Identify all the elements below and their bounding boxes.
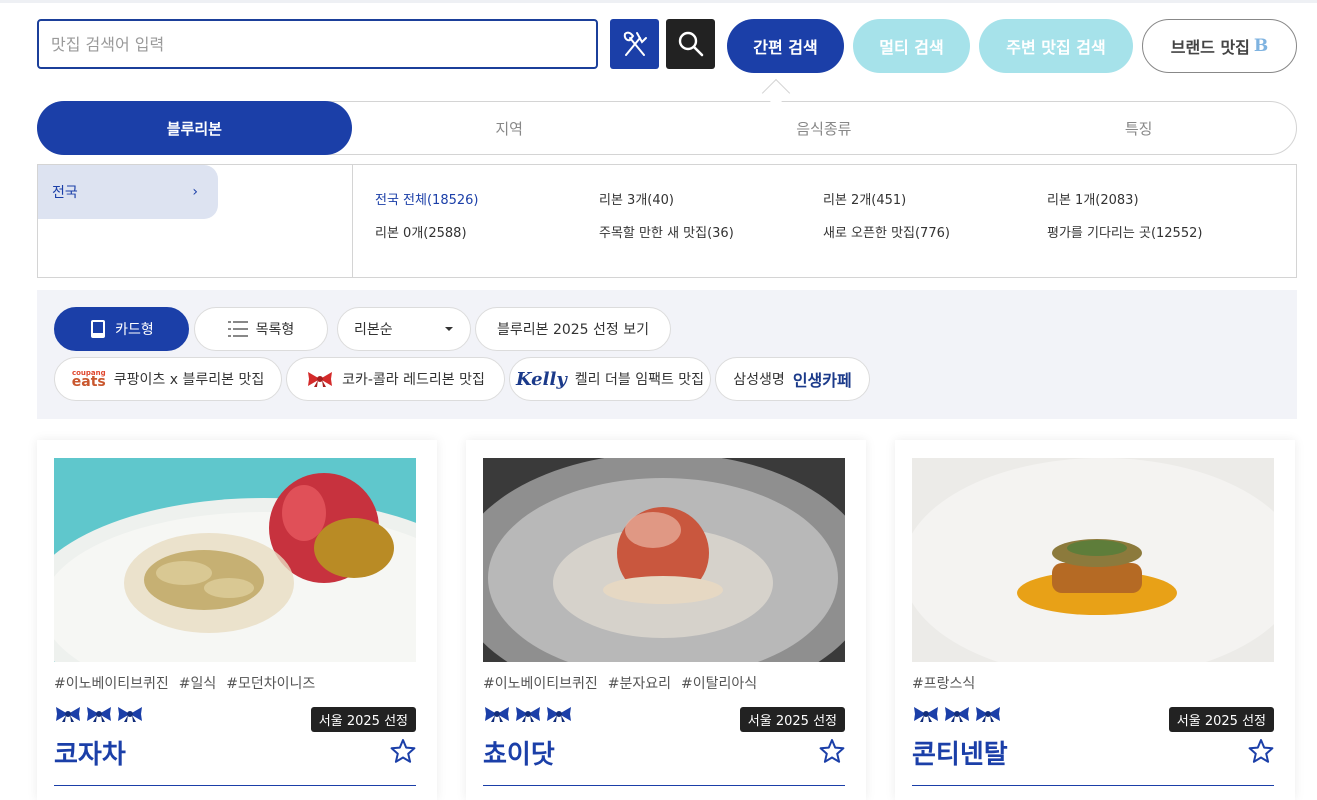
samsung-life-cafe-button[interactable]: 삼성생명 인생카페	[715, 357, 870, 401]
list-view-icon	[227, 321, 248, 337]
blue-ribbon-icon	[116, 705, 144, 727]
restaurant-card[interactable]: #이노베이티브퀴진 #분자요리 #이탈리아식 서울 2025 선정 쵸이닷	[466, 440, 866, 800]
tab-food-type[interactable]: 음식종류	[667, 102, 982, 154]
selection-badge: 서울 2025 선정	[310, 707, 416, 732]
kelly-label: 켈리 더블 임팩트 맛집	[574, 372, 705, 388]
selection-badge: 서울 2025 선정	[1168, 707, 1274, 732]
filter-awaiting-review[interactable]: 평가를 기다리는 곳(12552)	[1047, 222, 1271, 241]
ribbon-filters: 전국 전체(18526) 리본 3개(40) 리본 2개(451) 리본 1개(…	[375, 189, 1271, 241]
multi-search-button[interactable]: 멀티 검색	[853, 19, 970, 73]
blue-ribbon-icon	[54, 705, 82, 727]
card-view-label: 카드형	[115, 322, 154, 338]
restaurant-photo[interactable]	[483, 458, 845, 662]
samsung-label: 삼성생명	[733, 372, 785, 388]
view-toolbar: 카드형 목록형 리본순 블루리본 2025 선정 보기 coupang eats…	[37, 290, 1297, 419]
card-view-icon	[91, 320, 106, 338]
tag[interactable]: #이노베이티브퀴진	[54, 673, 169, 693]
ribbon-rating	[483, 705, 573, 727]
favorite-star-icon[interactable]	[390, 738, 416, 764]
region-nationwide[interactable]: 전국 ›	[38, 165, 218, 219]
blue-ribbon-icon	[85, 705, 113, 727]
tag-list: #프랑스식	[912, 673, 975, 693]
restaurant-photo[interactable]	[54, 458, 416, 662]
tag[interactable]: #모던차이니즈	[226, 673, 315, 693]
search-icon	[678, 31, 703, 57]
coupang-eats-logo: coupang eats	[71, 368, 106, 390]
filter-ribbon-0[interactable]: 리본 0개(2588)	[375, 222, 599, 241]
coca-cola-red-ribbon-button[interactable]: 코카-콜라 레드리본 맛집	[286, 357, 505, 401]
tab-blue-ribbon[interactable]: 블루리본	[37, 101, 352, 155]
ribbon-rating	[54, 705, 144, 727]
brand-b-icon: B	[1253, 36, 1269, 56]
blue-ribbon-icon	[974, 705, 1002, 727]
ribbon-rating	[912, 705, 1002, 727]
tag[interactable]: #일식	[179, 673, 217, 693]
tab-feature[interactable]: 특징	[981, 102, 1296, 154]
tag-list: #이노베이티브퀴진 #일식 #모던차이니즈	[54, 673, 315, 693]
blue-ribbon-icon	[514, 705, 542, 727]
restaurant-photo[interactable]	[912, 458, 1274, 662]
brand-search-button[interactable]: 브랜드 맛집 B	[1142, 19, 1297, 73]
selection-badge: 서울 2025 선정	[739, 707, 845, 732]
blue-ribbon-icon	[912, 705, 940, 727]
restaurant-name[interactable]: 콘티넨탈	[912, 734, 1008, 771]
filter-all[interactable]: 전국 전체(18526)	[375, 189, 599, 208]
tag[interactable]: #이탈리아식	[681, 673, 757, 693]
filter-ribbon-3[interactable]: 리본 3개(40)	[599, 189, 823, 208]
kelly-double-impact-button[interactable]: Kelly 켈리 더블 임팩트 맛집	[509, 357, 711, 401]
card-divider	[54, 785, 416, 786]
restaurant-card[interactable]: #프랑스식 서울 2025 선정 콘티넨탈	[895, 440, 1295, 800]
search-input[interactable]	[37, 19, 598, 69]
filter-ribbon-2[interactable]: 리본 2개(451)	[823, 189, 1047, 208]
card-divider	[483, 785, 845, 786]
category-tabs: 블루리본 지역 음식종류 특징	[37, 101, 1297, 155]
sort-dropdown[interactable]: 리본순	[337, 307, 471, 351]
favorite-star-icon[interactable]	[1248, 738, 1274, 764]
restaurant-name[interactable]: 쵸이닷	[483, 734, 555, 771]
kelly-logo: Kelly	[515, 368, 567, 390]
tag[interactable]: #이노베이티브퀴진	[483, 673, 598, 693]
filter-notable-new[interactable]: 주목할 만한 새 맛집(36)	[599, 222, 823, 241]
selection-2025-button[interactable]: 블루리본 2025 선정 보기	[475, 307, 671, 351]
coca-cola-label: 코카-콜라 레드리본 맛집	[342, 372, 485, 388]
favorite-star-icon[interactable]	[819, 738, 845, 764]
filter-panel: 전국 › 전국 전체(18526) 리본 3개(40) 리본 2개(451) 리…	[37, 164, 1297, 278]
chevron-right-icon: ›	[192, 184, 198, 200]
blue-ribbon-icon	[545, 705, 573, 727]
list-view-label: 목록형	[255, 322, 295, 338]
quick-search-button[interactable]: 간편 검색	[727, 19, 844, 73]
blue-ribbon-icon	[943, 705, 971, 727]
filter-ribbon-1[interactable]: 리본 1개(2083)	[1047, 189, 1271, 208]
dropdown-arrow-icon	[445, 327, 453, 331]
filter-newly-opened[interactable]: 새로 오픈한 맛집(776)	[823, 222, 1047, 241]
region-label: 전국	[52, 185, 78, 201]
tag[interactable]: #프랑스식	[912, 673, 975, 693]
nearby-search-button[interactable]: 주변 맛집 검색	[979, 19, 1133, 73]
card-divider	[912, 785, 1274, 786]
tab-region[interactable]: 지역	[352, 102, 667, 154]
region-column: 전국 ›	[38, 165, 353, 277]
brand-search-label: 브랜드 맛집	[1170, 38, 1250, 57]
list-view-button[interactable]: 목록형	[194, 307, 328, 351]
tag[interactable]: #분자요리	[608, 673, 671, 693]
blue-ribbon-icon	[483, 705, 511, 727]
tag-list: #이노베이티브퀴진 #분자요리 #이탈리아식	[483, 673, 757, 693]
card-view-button[interactable]: 카드형	[54, 307, 189, 351]
search-button[interactable]	[666, 19, 715, 69]
insaeng-cafe-logo: 인생카페	[792, 371, 852, 390]
top-divider	[0, 0, 1317, 3]
sort-selected-label: 리본순	[354, 322, 393, 338]
food-category-button[interactable]	[610, 19, 659, 69]
coupang-eats-button[interactable]: coupang eats 쿠팡이츠 x 블루리본 맛집	[54, 357, 282, 401]
coupang-eats-label: 쿠팡이츠 x 블루리본 맛집	[113, 372, 265, 388]
restaurant-name[interactable]: 코자차	[54, 734, 126, 771]
red-ribbon-icon	[308, 372, 333, 387]
restaurant-card[interactable]: #이노베이티브퀴진 #일식 #모던차이니즈 서울 2025 선정 코자차	[37, 440, 437, 800]
fork-knife-icon	[623, 31, 647, 56]
